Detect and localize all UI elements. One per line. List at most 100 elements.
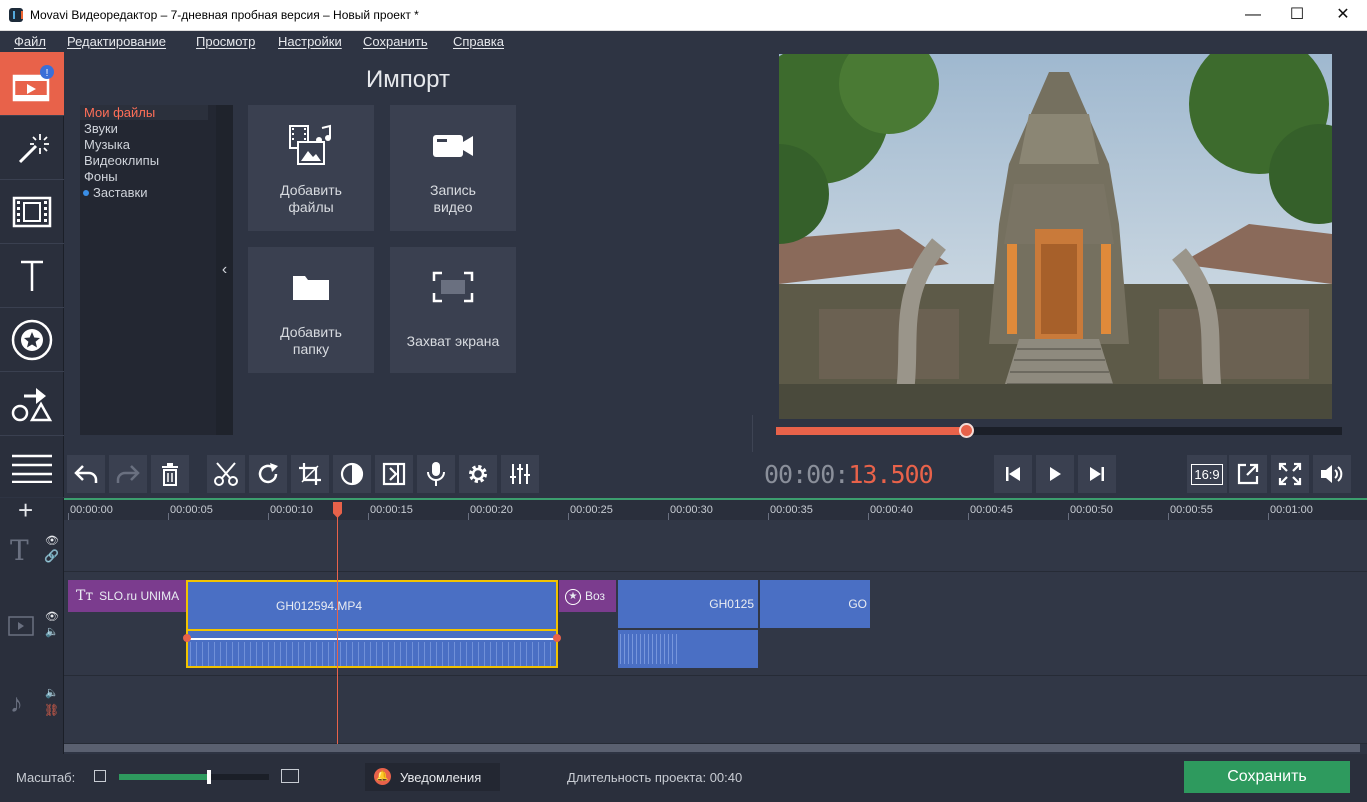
playhead-line[interactable] (337, 502, 338, 744)
ruler-tick-label: 00:00:20 (470, 504, 513, 516)
microphone-icon (427, 462, 445, 486)
notifications-button[interactable]: 🔔 Уведомления (365, 763, 500, 791)
video-clip-2-audio[interactable] (618, 630, 758, 668)
screen-capture-icon (390, 265, 516, 309)
crop-button[interactable] (291, 455, 329, 493)
speaker-icon-music[interactable]: 🔈 (45, 686, 59, 699)
undo-button[interactable] (67, 455, 105, 493)
clip-properties-button[interactable] (459, 455, 497, 493)
unlink-icon[interactable]: ⛓ (44, 703, 59, 717)
menu-help[interactable]: Справка (453, 34, 504, 49)
record-video-tile[interactable]: Запись видео (390, 105, 516, 231)
import-tool-button[interactable]: ! (0, 52, 64, 116)
category-intros[interactable]: Заставки (93, 185, 147, 200)
fullscreen-button[interactable] (1271, 455, 1309, 493)
video-clip-3[interactable]: GO (760, 580, 870, 628)
link-icon[interactable]: 🔗 (44, 549, 59, 563)
minimize-button[interactable]: — (1230, 0, 1276, 31)
menu-settings[interactable]: Настройки (278, 34, 342, 49)
menu-file[interactable]: Файл (14, 34, 46, 49)
next-frame-button[interactable] (1078, 455, 1116, 493)
video-clip-2[interactable]: GH0125 (618, 580, 758, 628)
category-videoclips[interactable]: Видеоклипы (84, 153, 159, 168)
title-clip[interactable]: Tт SLO.ru UNIMA (68, 580, 186, 612)
titles-tool-button[interactable] (0, 244, 64, 308)
transition-wizard-button[interactable] (375, 455, 413, 493)
save-button[interactable]: Сохранить (1184, 761, 1350, 793)
screen-capture-tile[interactable]: Захват экрана (390, 247, 516, 373)
add-folder-tile[interactable]: Добавить папку (248, 247, 374, 373)
audio-equalizer-button[interactable] (501, 455, 539, 493)
menu-save[interactable]: Сохранить (363, 34, 428, 49)
volume-button[interactable] (1313, 455, 1351, 493)
category-my-files[interactable]: Мои файлы (80, 105, 208, 120)
add-folder-label-2: папку (292, 341, 330, 357)
star-icon: ★ (565, 588, 581, 605)
timeline-scrollbar[interactable] (64, 744, 1360, 752)
category-music[interactable]: Музыка (84, 137, 130, 152)
add-files-tile[interactable]: Добавить файлы (248, 105, 374, 231)
add-folder-label-1: Добавить (280, 324, 342, 340)
seek-bar-handle[interactable] (959, 423, 975, 438)
timecode-prefix: 00:00: (764, 460, 849, 489)
text-track[interactable] (64, 520, 1367, 572)
collapse-panel-button[interactable]: ‹ (216, 105, 233, 435)
video-clip-2-label: GH0125 (709, 597, 754, 611)
audio-track[interactable] (64, 676, 1367, 744)
maximize-button[interactable]: ☐ (1274, 0, 1320, 31)
eye-icon-video[interactable]: 👁 (45, 610, 59, 623)
filters-tool-button[interactable] (0, 116, 64, 180)
volume-keyframe-left[interactable] (183, 634, 191, 642)
category-sounds[interactable]: Звуки (84, 121, 118, 136)
ruler-tick-label: 00:00:05 (170, 504, 213, 516)
import-title: Импорт (366, 66, 450, 93)
speaker-icon-video[interactable]: 🔈 (45, 625, 59, 638)
aspect-ratio-button[interactable]: 16:9 (1187, 455, 1227, 493)
import-panel: Импорт Мои файлы Звуки Музыка Видеоклипы… (64, 52, 752, 445)
zoom-slider-handle[interactable] (207, 770, 211, 784)
sticker-clip[interactable]: ★ Воз (559, 580, 616, 612)
skip-forward-icon (1090, 467, 1104, 481)
record-voice-button[interactable] (417, 455, 455, 493)
list-menu-icon (12, 454, 52, 483)
zoom-in-icon[interactable] (281, 769, 299, 783)
stickers-tool-button[interactable] (0, 308, 64, 372)
rotate-button[interactable] (249, 455, 287, 493)
timecode-display: 00:00:13.500 (764, 460, 934, 489)
clip-divider (188, 629, 556, 631)
video-preview[interactable] (779, 54, 1332, 419)
title-clip-icon: Tт (76, 588, 94, 604)
transitions-tool-button[interactable] (0, 180, 64, 244)
project-duration: Длительность проекта: 00:40 (567, 770, 742, 785)
more-tool-button[interactable] (0, 436, 64, 500)
volume-line[interactable] (188, 638, 556, 640)
zoom-out-icon[interactable] (94, 770, 106, 782)
category-backgrounds[interactable]: Фоны (84, 169, 118, 184)
delete-button[interactable] (151, 455, 189, 493)
app-icon (9, 8, 23, 22)
redo-button[interactable] (109, 455, 147, 493)
menu-edit[interactable]: Редактирование (67, 34, 166, 49)
cut-button[interactable] (207, 455, 245, 493)
play-button[interactable] (1036, 455, 1074, 493)
ruler-tick-label: 00:00:45 (970, 504, 1013, 516)
detach-preview-button[interactable] (1229, 455, 1267, 493)
add-track-button[interactable]: + (18, 497, 33, 523)
ruler-tick-label: 00:00:25 (570, 504, 613, 516)
external-window-icon (1237, 463, 1259, 485)
color-adjust-button[interactable] (333, 455, 371, 493)
previous-frame-button[interactable] (994, 455, 1032, 493)
ruler-tick-label: 00:00:30 (670, 504, 713, 516)
record-video-label-1: Запись (430, 182, 476, 198)
eye-icon[interactable]: 👁 (45, 534, 59, 547)
import-media-icon: ! (12, 64, 54, 101)
video-camera-icon (390, 123, 516, 167)
volume-keyframe-right[interactable] (553, 634, 561, 642)
gear-icon (469, 465, 487, 483)
menu-view[interactable]: Просмотр (196, 34, 255, 49)
callouts-tool-button[interactable] (0, 372, 64, 436)
video-clip-selected[interactable]: GH012594.MP4 (186, 580, 558, 668)
close-button[interactable]: ✕ (1320, 0, 1366, 31)
undo-icon (74, 465, 98, 483)
audio-waveform (190, 642, 554, 666)
